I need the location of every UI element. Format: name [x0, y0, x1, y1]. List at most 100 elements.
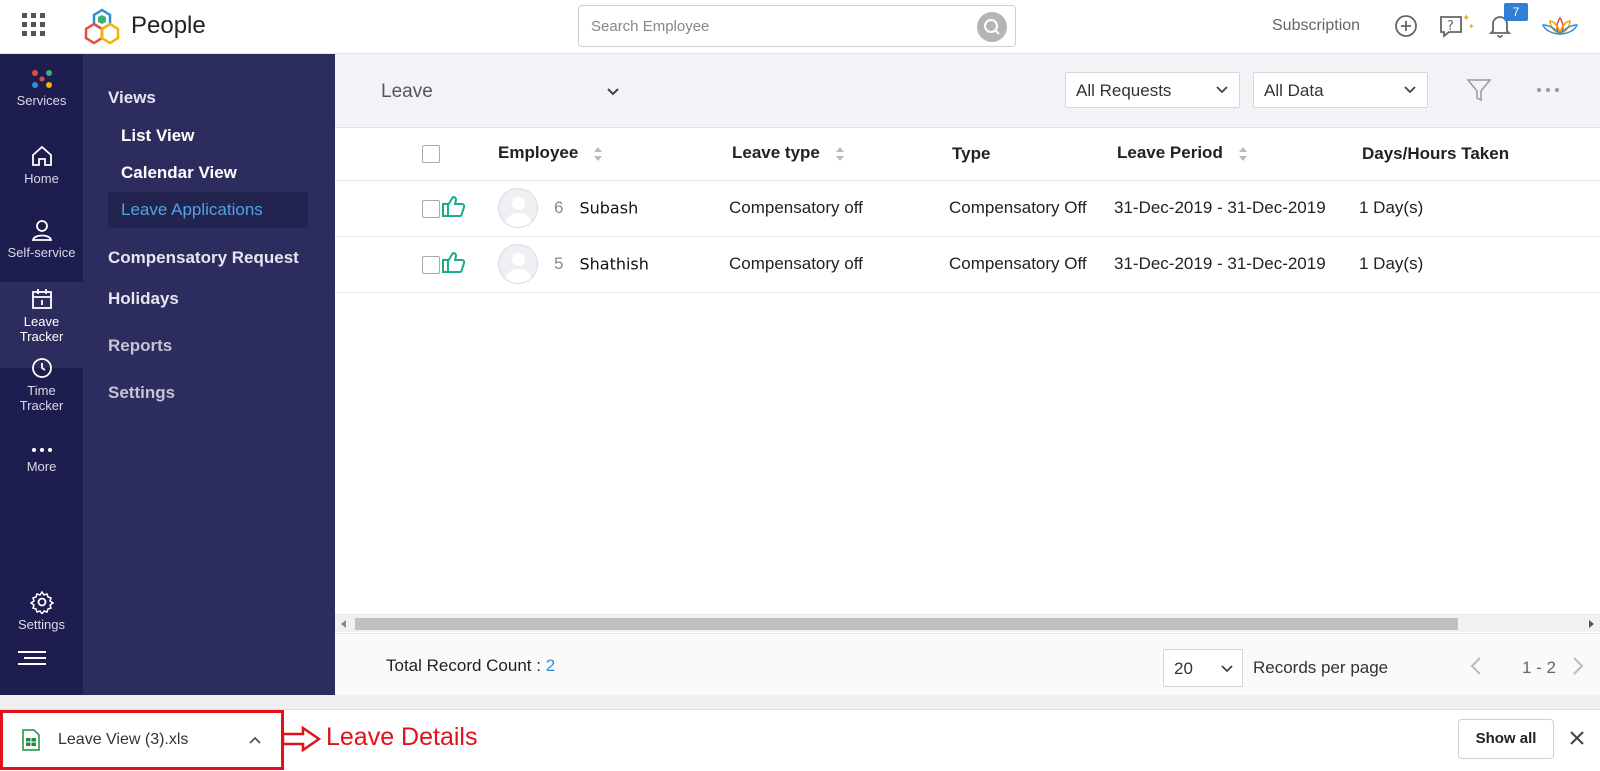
- svg-text:✦: ✦: [1468, 22, 1475, 31]
- rail-item-home[interactable]: Home: [0, 144, 83, 186]
- employee-id: 6: [554, 198, 564, 217]
- search-box: [578, 5, 1016, 47]
- table-row[interactable]: 5 Shathish Compensatory off Compensatory…: [335, 236, 1600, 293]
- row-select-cell: [335, 236, 440, 293]
- column-header-leave-period[interactable]: Leave Period: [1114, 128, 1359, 181]
- annotation-label: Leave Details: [326, 723, 478, 751]
- column-header-type[interactable]: Type: [949, 128, 1114, 181]
- add-circle-icon[interactable]: [1392, 12, 1420, 40]
- table-footer: Total Record Count : 2 20 Records per pa…: [335, 633, 1600, 695]
- row-checkbox[interactable]: [422, 199, 440, 218]
- chat-bar-strip: [0, 695, 1600, 709]
- download-item[interactable]: Leave View (3).xls: [0, 710, 284, 770]
- rail-label: Settings: [18, 617, 65, 632]
- rail-label: Self-service: [7, 245, 76, 260]
- sort-icon[interactable]: [593, 144, 603, 164]
- select-all-checkbox[interactable]: [422, 145, 440, 164]
- gear-icon: [29, 590, 54, 614]
- table-row[interactable]: 6 Subash Compensatory off Compensatory O…: [335, 180, 1600, 237]
- requests-filter-select[interactable]: All Requests: [1065, 72, 1240, 108]
- subscription-link[interactable]: Subscription: [1272, 17, 1360, 35]
- subnav-item-leave-applications[interactable]: Leave Applications: [108, 192, 308, 228]
- chevron-down-icon: [1221, 665, 1233, 673]
- avatar: [498, 188, 538, 228]
- view-title[interactable]: Leave: [381, 81, 433, 103]
- scroll-left-arrow-icon[interactable]: [339, 619, 349, 629]
- thumbs-up-approved-icon[interactable]: [440, 249, 466, 275]
- thumbs-up-approved-icon[interactable]: [440, 193, 466, 219]
- annotation-arrow-icon: [281, 726, 321, 752]
- column-label: Days/Hours Taken: [1362, 143, 1510, 163]
- app-grid-icon[interactable]: [22, 13, 46, 37]
- type-cell: Compensatory Off: [949, 180, 1114, 237]
- column-label: Employee: [498, 143, 579, 163]
- calendar-icon: [31, 289, 52, 309]
- sort-icon[interactable]: [1238, 144, 1248, 164]
- chevron-up-icon[interactable]: [248, 733, 262, 747]
- column-label: Leave Period: [1117, 143, 1223, 163]
- rail-item-time-tracker[interactable]: Time Tracker: [0, 356, 83, 413]
- rail-label: Home: [24, 171, 59, 186]
- row-select-cell: [335, 180, 440, 237]
- profile-lotus-icon[interactable]: [1540, 12, 1580, 40]
- chevron-down-icon[interactable]: [605, 84, 621, 100]
- approval-header-cell: [440, 128, 498, 181]
- rail-item-more[interactable]: More: [0, 444, 83, 474]
- subnav-compensatory-request[interactable]: Compensatory Request: [108, 248, 299, 268]
- sort-icon[interactable]: [835, 144, 845, 164]
- employee-name[interactable]: Subash: [579, 199, 638, 218]
- subnav-item-calendar-view[interactable]: Calendar View: [121, 163, 237, 183]
- leave-period-cell: 31-Dec-2019 - 31-Dec-2019: [1114, 236, 1359, 293]
- search-button[interactable]: [977, 12, 1007, 42]
- employee-cell: 6 Subash: [498, 180, 729, 237]
- hamburger-menu-icon[interactable]: [18, 650, 46, 666]
- filter-funnel-icon[interactable]: [1465, 76, 1493, 104]
- top-bar: People Subscription ? ✦ ✦ 7: [0, 0, 1600, 54]
- employee-cell: 5 Shathish: [498, 236, 729, 293]
- subnav-views-heading[interactable]: Views: [108, 88, 156, 108]
- column-header-days-hours[interactable]: Days/Hours Taken: [1359, 128, 1600, 181]
- data-filter-value: All Data: [1264, 81, 1324, 100]
- row-checkbox[interactable]: [422, 255, 440, 274]
- rail-label: Leave: [23, 314, 60, 329]
- subnav-item-list-view[interactable]: List View: [121, 126, 194, 146]
- rail-item-self-service[interactable]: Self-service: [0, 218, 83, 260]
- data-filter-select[interactable]: All Data: [1253, 72, 1428, 108]
- rail-label-2: Tracker: [19, 329, 64, 344]
- column-header-employee[interactable]: Employee: [498, 128, 729, 181]
- show-all-button[interactable]: Show all: [1458, 719, 1554, 759]
- records-per-page-label: Records per page: [1253, 658, 1389, 677]
- records-per-page-select[interactable]: 20: [1163, 649, 1243, 687]
- more-options-icon[interactable]: [1533, 78, 1563, 102]
- employee-name[interactable]: Shathish: [579, 255, 648, 274]
- search-input[interactable]: [591, 14, 961, 38]
- home-icon: [31, 145, 52, 166]
- employee-id: 5: [554, 254, 564, 273]
- help-icon[interactable]: ? ✦ ✦: [1438, 12, 1476, 40]
- type-cell: Compensatory Off: [949, 236, 1114, 293]
- search-icon: [984, 19, 1000, 35]
- chevron-left-icon[interactable]: [1468, 656, 1484, 676]
- services-dots-icon: [31, 70, 52, 88]
- app-name: People: [131, 12, 206, 39]
- icon-rail: Services Home Self-service Leave Tracker…: [0, 54, 83, 696]
- rail-item-settings[interactable]: Settings: [0, 590, 83, 632]
- close-icon[interactable]: [1568, 729, 1586, 747]
- download-file-name: Leave View (3).xls: [58, 731, 189, 748]
- chevron-right-icon[interactable]: [1570, 656, 1586, 676]
- avatar: [498, 244, 538, 284]
- rail-label: More: [26, 459, 57, 474]
- subnav-reports[interactable]: Reports: [108, 336, 172, 356]
- subnav-holidays[interactable]: Holidays: [108, 289, 179, 309]
- scroll-right-arrow-icon[interactable]: [1586, 619, 1596, 629]
- horizontal-scrollbar[interactable]: [335, 614, 1600, 632]
- pagination-range: 1 - 2: [1522, 658, 1557, 677]
- more-dots-icon: [31, 448, 52, 452]
- rail-item-services[interactable]: Services: [0, 68, 83, 108]
- subnav-settings[interactable]: Settings: [108, 383, 175, 403]
- download-bar: Leave View (3).xls Leave Details Show al…: [0, 709, 1600, 771]
- notification-badge: 7: [1504, 3, 1528, 21]
- column-header-leave-type[interactable]: Leave type: [729, 128, 949, 181]
- rail-label: Time: [27, 383, 56, 398]
- scrollbar-thumb[interactable]: [355, 618, 1458, 630]
